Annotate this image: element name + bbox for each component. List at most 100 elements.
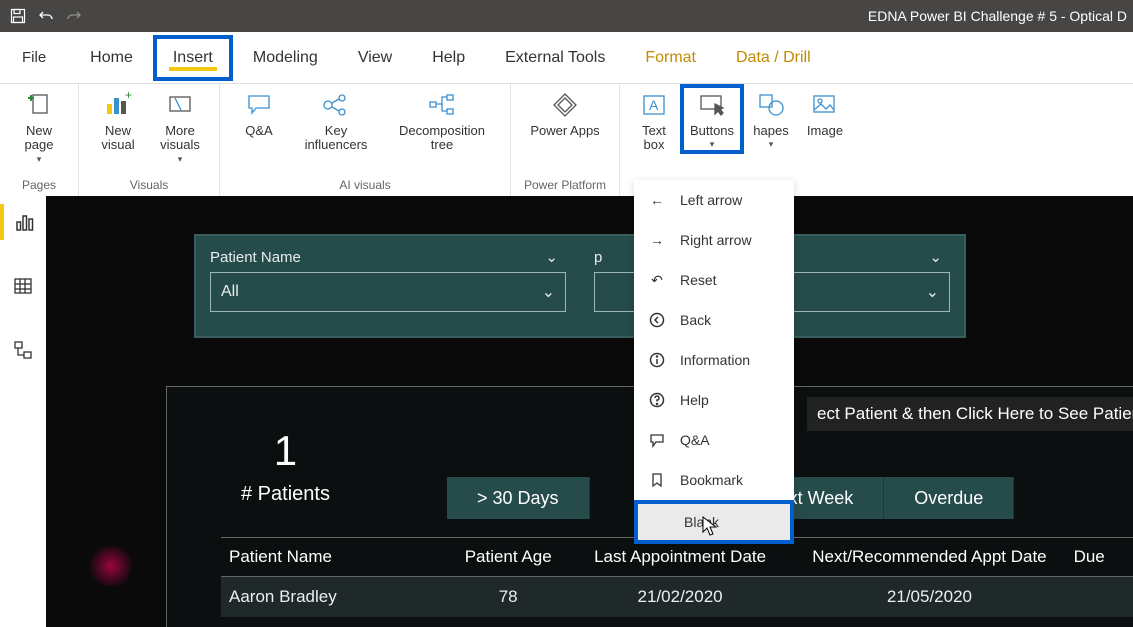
count-label: # Patients [241,483,330,506]
mouse-cursor-icon [702,516,720,543]
info-bar[interactable]: ect Patient & then Click Here to See Pat… [807,397,1133,431]
tab-format[interactable]: Format [625,32,716,84]
tab-file[interactable]: File [0,32,70,84]
chevron-down-icon: ▾ [178,154,183,165]
group-ai-visuals-label: AI visuals [228,178,502,194]
menu-information[interactable]: Information [634,340,794,380]
group-power-platform: Power Apps Power Platform [511,84,620,196]
col-patient-age[interactable]: Patient Age [450,547,567,567]
new-page-button[interactable]: New page ▾ [8,84,70,165]
left-arrow-icon: ← [648,191,666,209]
text-box-label: Text box [642,124,666,153]
chevron-down-icon: ⌄ [926,282,939,302]
report-area: Patient Name⌄ All ⌄ p⌄ ⌄ ect Patient & t… [0,196,1133,627]
tab-data-drill[interactable]: Data / Drill [716,32,831,84]
save-icon[interactable] [4,0,32,32]
ribbon: New page ▾ Pages + New visual More visua… [0,84,1133,196]
right-arrow-icon: → [648,231,666,249]
chevron-down-icon: ⌄ [542,282,555,302]
table-row[interactable]: Aaron Bradley 78 21/02/2020 21/05/2020 [221,577,1133,617]
cell-age: 78 [450,587,567,607]
back-icon [648,311,666,329]
quick-access [0,0,88,32]
text-box-icon: A [637,88,671,122]
group-ai-visuals: Q&A Key influencers Decomposition tree A… [220,84,511,196]
menu-label: Left arrow [680,192,742,208]
decomposition-label: Decomposition tree [399,124,485,153]
patient-count: 1 # Patients [241,427,330,506]
info-icon [648,351,666,369]
slicer-patient[interactable]: Patient Name⌄ All ⌄ [196,236,580,336]
tab-overdue[interactable]: Overdue [884,477,1014,519]
menu-qa[interactable]: Q&A [634,420,794,460]
key-influencers-label: Key influencers [305,124,368,153]
image-button[interactable]: Image [798,84,852,138]
ribbon-tabs: File Home Insert Modeling View Help Exte… [0,32,1133,84]
chart-icon: + [101,88,135,122]
qa-label: Q&A [245,124,272,138]
shapes-label: hapes [753,124,788,138]
menu-back[interactable]: Back [634,300,794,340]
col-last-appt[interactable]: Last Appointment Date [567,547,794,567]
buttons-button[interactable]: Buttons ▾ [680,84,744,154]
menu-right-arrow[interactable]: → Right arrow [634,220,794,260]
key-influencers-button[interactable]: Key influencers [290,84,382,153]
new-page-label: New page [25,124,54,153]
menu-help[interactable]: Help [634,380,794,420]
col-next-appt[interactable]: Next/Recommended Appt Date [793,547,1065,567]
tab-view[interactable]: View [338,32,412,84]
chevron-down-icon: ▾ [37,154,42,165]
tab-external-tools[interactable]: External Tools [485,32,625,84]
menu-label: Information [680,352,750,368]
menu-left-arrow[interactable]: ← Left arrow [634,180,794,220]
col-due[interactable]: Due [1066,547,1133,567]
tab-help[interactable]: Help [412,32,485,84]
chevron-down-icon: ▾ [710,139,715,150]
speech-bubble-icon [648,431,666,449]
buttons-dropdown: ← Left arrow → Right arrow ↶ Reset Back … [634,180,794,544]
reset-icon: ↶ [648,271,666,289]
group-pages-label: Pages [8,178,70,194]
help-icon [648,391,666,409]
chevron-down-icon: ⌄ [929,248,942,266]
qa-button[interactable]: Q&A [228,84,290,138]
window-title: EDNA Power BI Challenge # 5 - Optical D [868,8,1133,24]
shapes-button[interactable]: hapes ▾ [744,84,798,150]
report-view-button[interactable] [0,204,46,240]
power-apps-button[interactable]: Power Apps [519,84,611,138]
report-canvas[interactable]: Patient Name⌄ All ⌄ p⌄ ⌄ ect Patient & t… [46,196,1133,627]
menu-label: Q&A [680,432,710,448]
data-view-button[interactable] [0,268,46,304]
undo-icon[interactable] [32,0,60,32]
group-pages: New page ▾ Pages [0,84,79,196]
menu-reset[interactable]: ↶ Reset [634,260,794,300]
cell-name: Aaron Bradley [221,587,450,607]
more-visuals-button[interactable]: More visuals ▾ [149,84,211,165]
new-visual-button[interactable]: + New visual [87,84,149,153]
cell-last: 21/02/2020 [567,587,794,607]
blank-icon [652,513,670,531]
image-label: Image [807,124,843,138]
svg-text:A: A [649,97,659,113]
menu-label: Back [680,312,711,328]
power-apps-label: Power Apps [530,124,599,138]
text-box-button[interactable]: A Text box [628,84,680,153]
title-bar: EDNA Power BI Challenge # 5 - Optical D [0,0,1133,32]
count-number: 1 [241,427,330,475]
col-patient-name[interactable]: Patient Name [221,547,450,567]
slicer-patient-dropdown[interactable]: All ⌄ [210,272,566,312]
cell-next: 21/05/2020 [793,587,1065,607]
info-bar-text: ect Patient & then Click Here to See Pat… [817,404,1133,424]
group-visuals-label: Visuals [87,178,211,194]
svg-text:+: + [125,90,132,102]
menu-bookmark[interactable]: Bookmark [634,460,794,500]
redo-icon [60,0,88,32]
decomposition-tree-button[interactable]: Decomposition tree [382,84,502,153]
menu-label: Bookmark [680,472,743,488]
tab-30-days[interactable]: > 30 Days [447,477,590,519]
tab-modeling[interactable]: Modeling [233,32,338,84]
menu-label: Right arrow [680,232,752,248]
model-view-button[interactable] [0,332,46,368]
tab-home[interactable]: Home [70,32,153,84]
tab-insert[interactable]: Insert [153,35,233,81]
